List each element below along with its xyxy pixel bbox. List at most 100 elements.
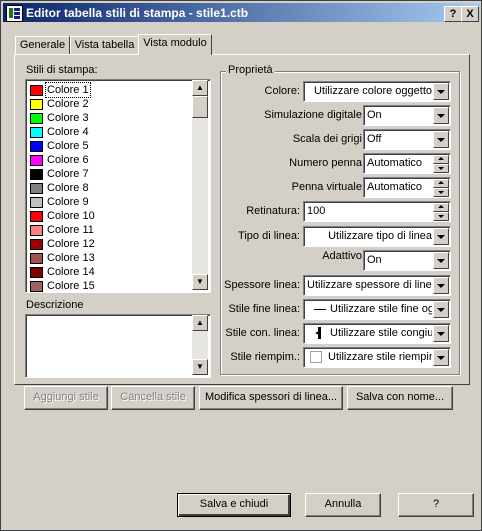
list-item[interactable]: Colore 10 <box>28 209 194 223</box>
scroll-up-button[interactable]: ▲ <box>192 315 208 331</box>
screening-spinner[interactable]: 100 <box>303 201 451 222</box>
title-bar[interactable]: Editor tabella stili di stampa - stile1.… <box>3 3 480 22</box>
spin-up-icon[interactable] <box>433 155 449 164</box>
list-item[interactable]: Colore 13 <box>28 251 194 265</box>
color-value: Utilizzare colore oggetto <box>313 85 432 97</box>
dithering-value: On <box>367 109 382 121</box>
properties-group-title: Proprietà <box>226 64 275 76</box>
color-swatch <box>30 113 43 124</box>
linetype-value: Utilizzare tipo di linea <box>328 230 432 242</box>
styles-listbox[interactable]: Colore 1 Colore 2 Colore 3 Colore 4 Colo… <box>25 79 211 293</box>
line-join-dropdown[interactable]: Utilizzare stile congiunzione <box>303 323 451 344</box>
list-item[interactable]: Colore 11 <box>28 223 194 237</box>
grayscale-value: Off <box>367 133 382 145</box>
pen-number-spinner[interactable]: Automatico <box>363 153 451 174</box>
scroll-thumb[interactable] <box>192 96 208 118</box>
chevron-down-icon[interactable] <box>433 277 449 294</box>
add-style-button[interactable]: Aggiungi stile <box>24 386 108 410</box>
virtual-pen-spinner[interactable]: Automatico <box>363 177 451 198</box>
dithering-label: Simulazione digitale: <box>264 109 365 121</box>
list-item[interactable]: Colore 4 <box>28 125 194 139</box>
color-label: Colore: <box>264 85 300 97</box>
chevron-down-icon[interactable] <box>433 131 449 148</box>
scroll-up-button[interactable]: ▲ <box>192 80 208 96</box>
line-join-value: Utilizzare stile congiunzione <box>330 327 432 339</box>
line-end-icon <box>314 308 326 310</box>
list-item[interactable]: Colore 3 <box>28 111 194 125</box>
spin-down-icon[interactable] <box>433 212 449 221</box>
chevron-down-icon[interactable] <box>433 325 449 342</box>
styles-list-label: Stili di stampa: <box>26 64 98 76</box>
description-scrollbar[interactable]: ▲ ▼ <box>192 315 208 375</box>
pen-number-label: Numero penna: <box>289 157 365 169</box>
spin-down-icon[interactable] <box>433 164 449 173</box>
close-title-button[interactable]: X <box>461 6 479 22</box>
list-item[interactable]: Colore 2 <box>28 97 194 111</box>
chevron-down-icon[interactable] <box>433 349 449 366</box>
fill-value: Utilizzare stile riempimento <box>328 351 432 363</box>
description-label: Descrizione <box>26 299 84 311</box>
fill-dropdown[interactable]: Utilizzare stile riempimento <box>303 347 451 368</box>
color-dropdown[interactable]: Utilizzare colore oggetto <box>303 81 451 102</box>
delete-style-button[interactable]: Cancella stile <box>111 386 195 410</box>
adaptive-label: Adattivo: <box>322 250 365 262</box>
list-item[interactable]: Colore 8 <box>28 181 194 195</box>
description-textarea[interactable]: ▲ ▼ <box>25 314 211 378</box>
linetype-dropdown[interactable]: Utilizzare tipo di linea <box>303 226 451 247</box>
edit-lineweights-button[interactable]: Modifica spessori di linea... <box>199 386 343 410</box>
line-end-value-wrap: Utilizzare stile fine oggetto <box>314 303 432 315</box>
spin-up-icon[interactable] <box>433 203 449 212</box>
help-title-button[interactable]: ? <box>444 6 462 22</box>
list-item[interactable]: Colore 5 <box>28 139 194 153</box>
list-item[interactable]: Colore 9 <box>28 195 194 209</box>
color-swatch <box>30 169 43 180</box>
tab-vista-tabella[interactable]: Vista tabella <box>70 36 139 54</box>
color-swatch <box>30 281 43 292</box>
list-item[interactable]: Colore 15 <box>28 279 194 292</box>
chevron-down-icon[interactable] <box>433 252 449 269</box>
lineweight-value: Utilizzare spessore di linea <box>307 279 432 291</box>
styles-scrollbar[interactable]: ▲ ▼ <box>192 80 208 290</box>
help-button[interactable]: ? <box>398 493 474 517</box>
chevron-down-icon[interactable] <box>433 301 449 318</box>
chevron-down-icon[interactable] <box>433 107 449 124</box>
window-title: Editor tabella stili di stampa - stile1.… <box>26 6 249 20</box>
adaptive-value: On <box>367 254 382 266</box>
color-swatch <box>30 141 43 152</box>
grayscale-dropdown[interactable]: Off <box>363 129 451 150</box>
virtual-pen-value: Automatico <box>367 181 423 193</box>
scroll-down-button[interactable]: ▼ <box>192 359 208 375</box>
line-end-value: Utilizzare stile fine oggetto <box>330 303 432 315</box>
save-close-button[interactable]: Salva e chiudi <box>177 493 291 517</box>
dithering-dropdown[interactable]: On <box>363 105 451 126</box>
spin-up-icon[interactable] <box>433 179 449 188</box>
scroll-down-button[interactable]: ▼ <box>192 274 208 290</box>
tab-panel: Stili di stampa: Colore 1 Colore 2 Color… <box>14 54 470 385</box>
cancel-button[interactable]: Annulla <box>305 493 381 517</box>
color-swatch <box>30 197 43 208</box>
list-item[interactable]: Colore 12 <box>28 237 194 251</box>
fill-label: Stile riempim.: <box>230 351 300 363</box>
linetype-label: Tipo di linea: <box>238 230 300 242</box>
tab-generale[interactable]: Generale <box>15 36 70 54</box>
tab-vista-modulo[interactable]: Vista modulo <box>138 34 212 55</box>
line-join-icon <box>314 327 324 340</box>
line-join-value-wrap: Utilizzare stile congiunzione <box>314 327 432 340</box>
list-item[interactable]: Colore 1 <box>28 82 194 98</box>
spin-down-icon[interactable] <box>433 188 449 197</box>
list-item[interactable]: Colore 6 <box>28 153 194 167</box>
color-swatch <box>30 239 43 250</box>
chevron-down-icon[interactable] <box>433 83 449 100</box>
chevron-down-icon[interactable] <box>433 228 449 245</box>
app-icon <box>6 5 23 22</box>
color-swatch <box>30 127 43 138</box>
line-join-label: Stile con. linea: <box>225 327 300 339</box>
list-item[interactable]: Colore 14 <box>28 265 194 279</box>
adaptive-dropdown[interactable]: On <box>363 250 451 271</box>
line-end-dropdown[interactable]: Utilizzare stile fine oggetto <box>303 299 451 320</box>
fill-value-wrap: Utilizzare stile riempimento <box>310 351 432 364</box>
save-as-button[interactable]: Salva con nome... <box>347 386 453 410</box>
list-item[interactable]: Colore 7 <box>28 167 194 181</box>
grayscale-label: Scala dei grigi: <box>292 133 365 145</box>
lineweight-dropdown[interactable]: Utilizzare spessore di linea <box>303 275 451 296</box>
